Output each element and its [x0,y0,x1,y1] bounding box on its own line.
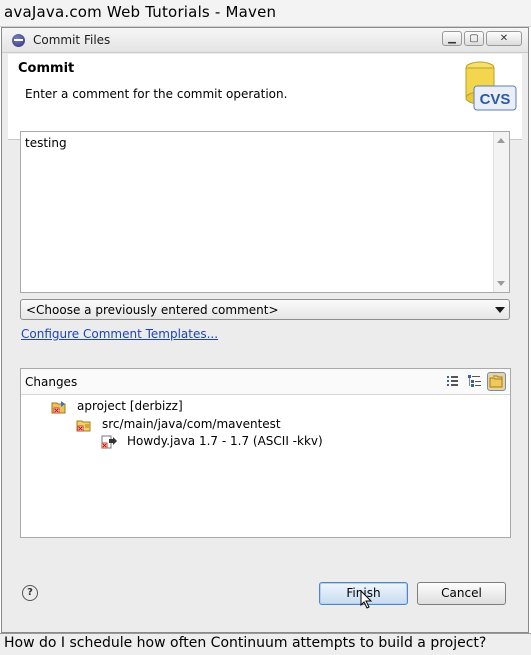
dialog-title: Commit Files [33,33,111,47]
changes-panel: Changes aproject [derbizz] src/main/java… [20,368,511,538]
close-button[interactable]: ✕ [486,31,522,46]
comment-scrollbar[interactable] [493,132,509,292]
maximize-button[interactable]: ▢ [464,31,484,46]
minimize-button[interactable]: ▁ [442,31,462,46]
minimize-icon: ▁ [448,33,456,44]
java-file-outgoing-icon [101,435,117,449]
scroll-down-icon[interactable] [497,281,505,286]
configure-templates-link[interactable]: Configure Comment Templates... [21,327,218,341]
help-icon[interactable]: ? [22,585,38,601]
dialog-header: Commit Enter a comment for the commit op… [8,54,522,140]
page-title: avaJava.com Web Tutorials - Maven [4,3,277,21]
eclipse-icon [12,34,25,47]
changes-header: Changes [21,369,510,395]
tree-item-label: src/main/java/com/maventest [102,417,281,431]
scroll-up-icon[interactable] [497,138,505,143]
page-title-bar: avaJava.com Web Tutorials - Maven [0,0,531,27]
svg-text:CVS: CVS [480,91,511,108]
mouse-cursor-icon [360,590,373,609]
cvs-icon: CVS [465,61,517,111]
changes-label: Changes [25,375,78,389]
previous-comment-select[interactable]: <Choose a previously entered comment> [20,299,510,320]
changes-toolbar [443,372,506,391]
comment-textarea[interactable]: testing [20,131,510,293]
comment-text: testing [25,136,67,150]
caption-bar: How do I schedule how often Continuum at… [0,633,531,655]
package-folder-icon [76,420,91,432]
flat-list-icon[interactable] [443,372,462,391]
close-icon: ✕ [499,33,509,44]
header-description: Enter a comment for the commit operation… [25,87,288,101]
tree-icon[interactable] [465,372,484,391]
project-icon [51,401,66,414]
window-controls: ▁ ▢ ✕ [442,31,522,46]
previous-comment-value: <Choose a previously entered comment> [26,303,279,317]
chevron-down-icon [495,307,505,313]
cancel-button[interactable]: Cancel [417,582,506,605]
maximize-icon: ▢ [469,33,479,44]
caption-text: How do I schedule how often Continuum at… [4,635,487,651]
tree-item-label: aproject [derbizz] [77,399,183,413]
compressed-folders-icon[interactable] [487,372,506,391]
tree-item-label: Howdy.java 1.7 - 1.7 (ASCII -kkv) [127,434,323,448]
dialog-titlebar[interactable]: Commit Files ▁ ▢ ✕ [2,28,528,53]
header-title: Commit [18,61,75,76]
